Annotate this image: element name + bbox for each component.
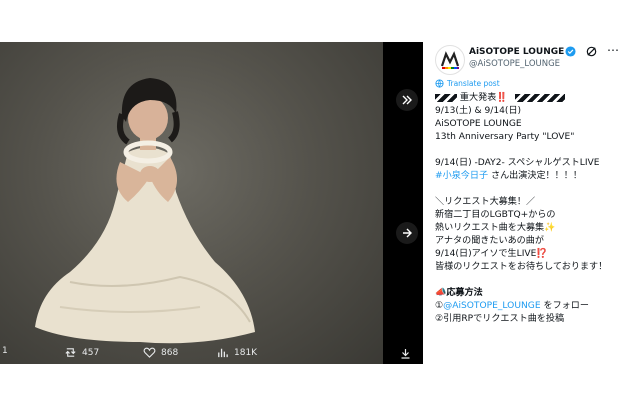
post-line: 重大発表‼️ (435, 92, 618, 105)
arrow-right-icon[interactable] (396, 222, 418, 244)
page-bottom-margin (0, 372, 620, 413)
post-text: 重大発表‼️ 9/13(土) & 9/14(日) AiSOTOPE LOUNGE… (435, 92, 618, 326)
reply-button[interactable]: 1 (2, 346, 8, 356)
post-line: ②引用RPでリクエスト曲を投稿 (435, 314, 565, 324)
post-line: アナタの聞きたいあの曲が (435, 236, 544, 246)
mention-link[interactable]: @AiSOTOPE_LOUNGE (443, 301, 540, 311)
media-viewer: 1 457 868 181K (0, 42, 423, 364)
like-count: 868 (161, 347, 179, 358)
verified-badge-icon (565, 46, 576, 57)
post-line: 9/13(土) & 9/14(日) (435, 106, 522, 116)
post-line: 熱いリクエスト曲を大募集✨ (435, 223, 556, 233)
handle[interactable]: @AiSOTOPE_LOUNGE (469, 59, 560, 69)
post-line: ＼リクエスト大募集！／ (435, 197, 536, 207)
post-photo[interactable] (0, 42, 383, 364)
post-line: AiSOTOPE LOUNGE (435, 119, 522, 129)
sparkles-icon: ✨ (544, 223, 556, 233)
views-button[interactable]: 181K (216, 346, 257, 359)
download-icon[interactable] (396, 344, 414, 362)
translate-label: Translate post (447, 79, 500, 88)
post-line: #小泉今日子 さん出演決定！！！！ (435, 171, 582, 181)
translate-post-link[interactable]: Translate post (435, 79, 500, 88)
reply-count: 1 (2, 346, 8, 356)
post-line: 13th Anniversary Party "LOVE" (435, 132, 575, 142)
post-line: 📣応募方法 (435, 288, 483, 298)
hashtag-link[interactable]: #小泉今日子 (435, 171, 488, 181)
grok-icon[interactable] (585, 45, 598, 58)
post-header: AiSOTOPE LOUNGE @AiSOTOPE_LOUNGE ⋯ (435, 44, 620, 75)
globe-icon (435, 79, 444, 88)
views-count: 181K (234, 347, 258, 358)
views-icon (218, 348, 228, 358)
more-options-icon[interactable]: ⋯ (607, 44, 619, 56)
avatar[interactable] (435, 45, 465, 75)
post-line: 9/14(日)アイソで生LIVE⁉️ (435, 249, 548, 259)
retweet-button[interactable]: 457 (64, 346, 99, 359)
post-line: 皆様のリクエストをお待ちしております！ (435, 262, 608, 272)
caution-stripes-icon (514, 93, 565, 102)
retweet-count: 457 (82, 347, 100, 358)
heart-icon (143, 347, 156, 358)
post-line: 新宿二丁目のLGBTQ+からの (435, 210, 556, 220)
post-line: 9/14(日) -DAY2- スペシャルゲストLIVE (435, 158, 600, 168)
post-line: ①@AiSOTOPE_LOUNGE をフォロー (435, 301, 589, 311)
megaphone-icon: 📣 (435, 288, 447, 298)
expand-icon[interactable] (396, 89, 418, 111)
post-sidebar: AiSOTOPE LOUNGE @AiSOTOPE_LOUNGE ⋯ Trans… (427, 42, 620, 372)
post-actions-bar: 1 457 868 181K (0, 342, 383, 364)
caution-stripes-icon (435, 93, 457, 102)
like-button[interactable]: 868 (143, 346, 178, 359)
display-name[interactable]: AiSOTOPE LOUNGE (469, 47, 564, 57)
retweet-icon (65, 348, 76, 357)
